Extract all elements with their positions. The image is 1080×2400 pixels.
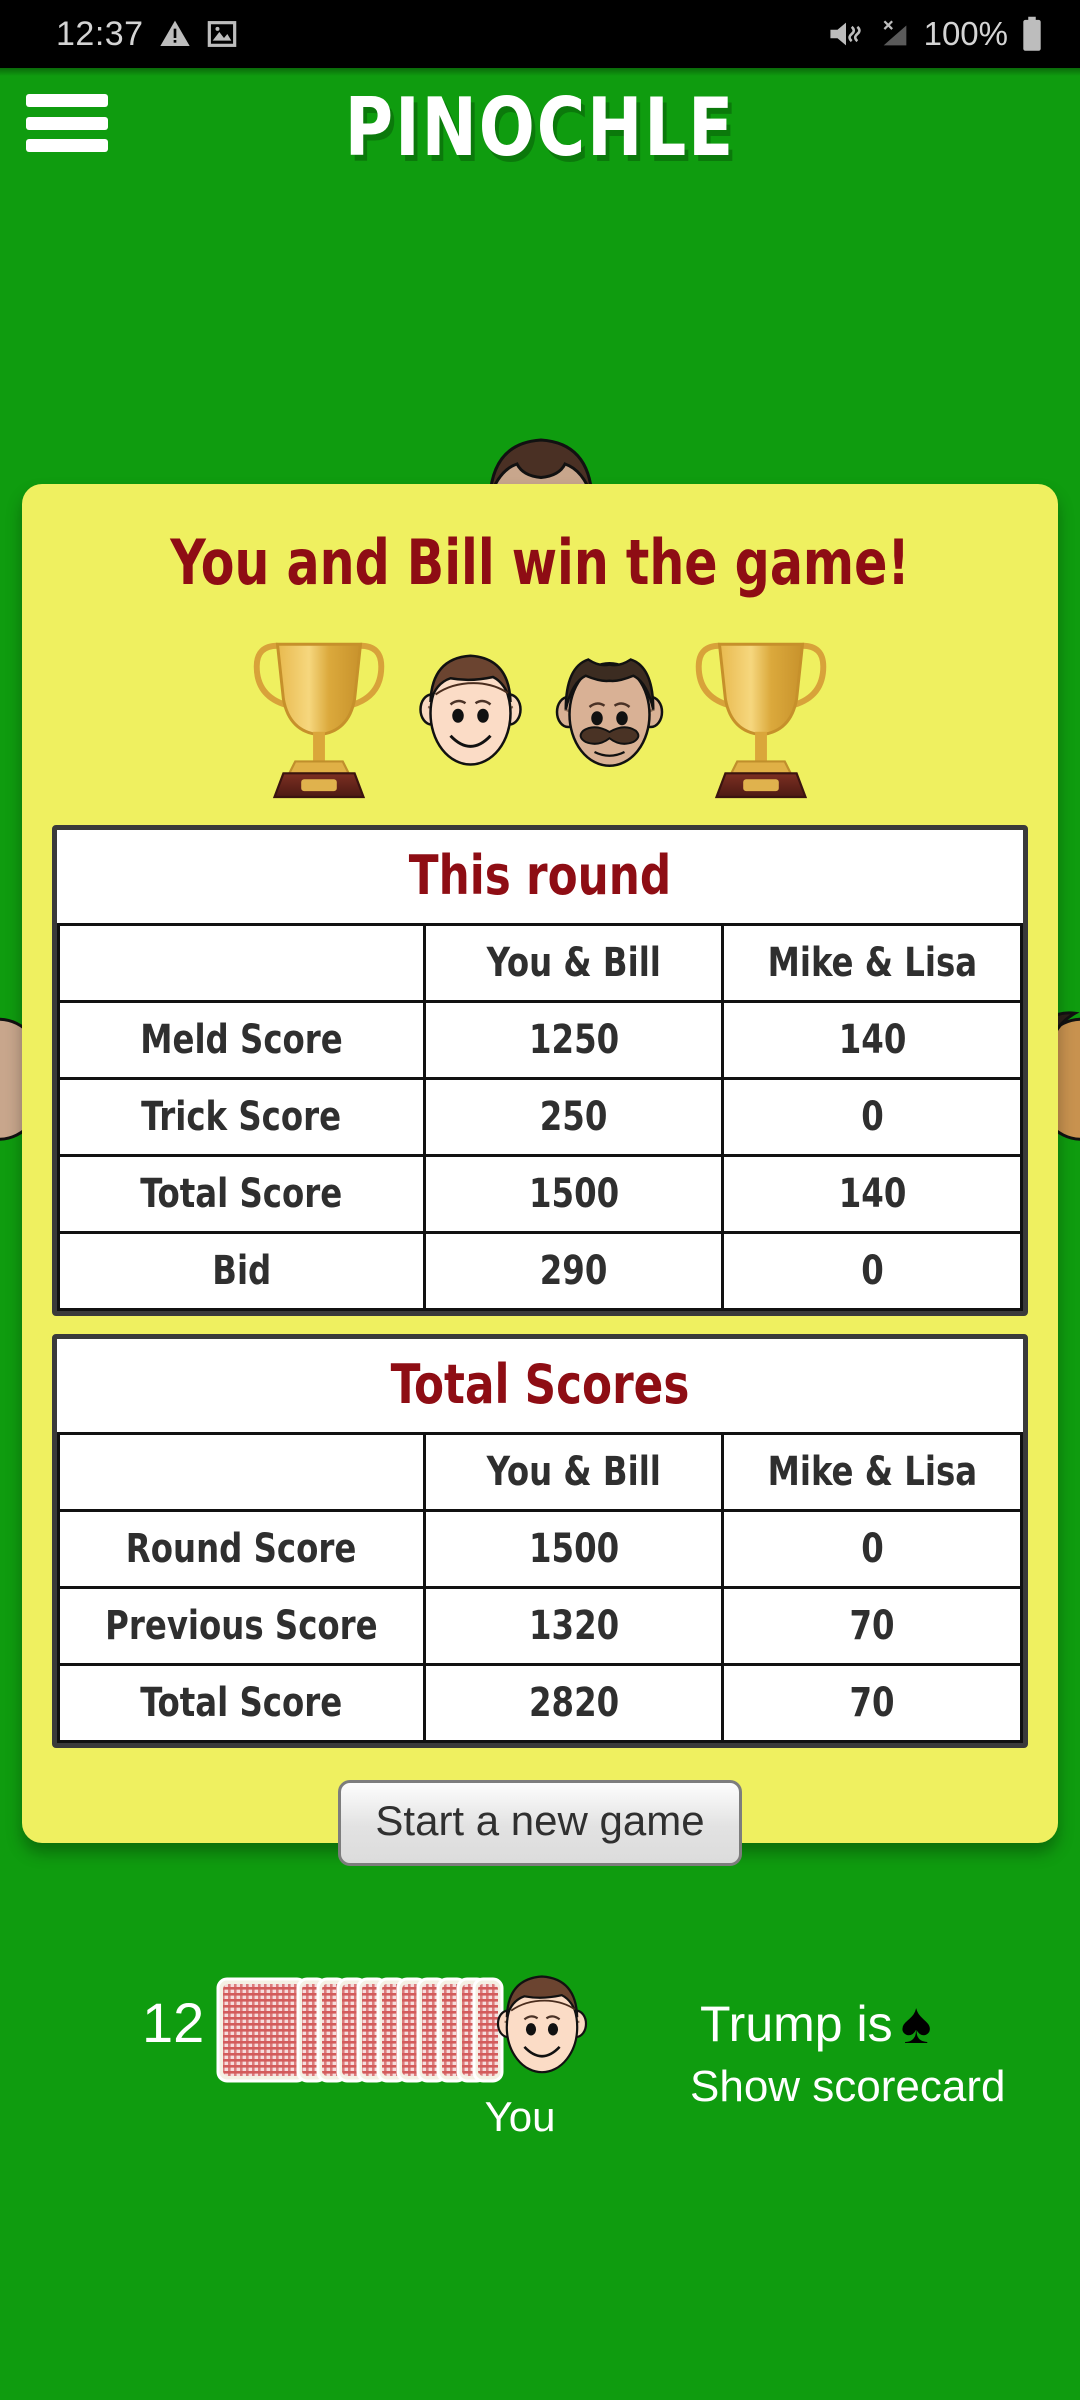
table-row: Previous Score 1320 70	[57, 1586, 1023, 1666]
avatar-you	[419, 654, 522, 766]
cell-you-bill: 1320	[422, 1586, 725, 1666]
status-bar-right: 100%	[826, 15, 1044, 53]
table-row: Total Score 1500 140	[57, 1154, 1023, 1234]
avatar-bill	[555, 658, 664, 767]
col-mike-lisa: Mike & Lisa	[721, 1432, 1023, 1512]
dialog-title: You and Bill win the game!	[170, 526, 910, 599]
card-back-group	[216, 1977, 504, 2083]
status-bar-left: 12:37	[56, 15, 238, 54]
you-label: You	[484, 2093, 556, 2140]
cell-you-bill: 1500	[422, 1154, 725, 1234]
row-label: Meld Score	[57, 1000, 426, 1080]
clock: 12:37	[56, 14, 144, 53]
total-scores-table: You & Bill Mike & Lisa Round Score 1500 …	[57, 1432, 1023, 1743]
app-screen: 12:37 100% PINOCHLE You and Bill win the…	[0, 0, 1080, 2400]
app-header: PINOCHLE	[0, 68, 1080, 176]
trophy-icon	[695, 642, 827, 798]
row-label: Round Score	[57, 1509, 426, 1589]
start-new-game-button[interactable]: Start a new game	[338, 1780, 742, 1866]
cell-mike-lisa: 140	[721, 1000, 1023, 1080]
trophy-icon	[253, 642, 385, 798]
cell-mike-lisa: 140	[721, 1154, 1023, 1234]
battery-icon	[1023, 16, 1041, 51]
no-signal-icon	[883, 20, 906, 46]
table-header-row: You & Bill Mike & Lisa	[57, 923, 1023, 1003]
cell-you-bill: 2820	[422, 1663, 725, 1743]
corner-cell	[57, 923, 426, 1003]
cell-mike-lisa: 70	[721, 1663, 1023, 1743]
col-you-bill: You & Bill	[422, 1432, 725, 1512]
table-row: Meld Score 1250 140	[57, 1000, 1023, 1080]
header-shadow	[0, 68, 1080, 76]
cell-mike-lisa: 70	[721, 1586, 1023, 1666]
table-row: Trick Score 250 0	[57, 1077, 1023, 1157]
corner-cell	[57, 1432, 426, 1512]
col-mike-lisa: Mike & Lisa	[721, 923, 1023, 1003]
total-scores-title: Total Scores	[390, 1353, 690, 1416]
trump-indicator: Trump is ♠	[700, 1995, 931, 2053]
image-icon	[207, 21, 236, 47]
new-game-row: Start a new game	[22, 1780, 1058, 1866]
cell-mike-lisa: 0	[721, 1509, 1023, 1589]
table-row: Round Score 1500 0	[57, 1509, 1023, 1589]
row-label: Bid	[57, 1231, 426, 1311]
table-header-row: You & Bill Mike & Lisa	[57, 1432, 1023, 1512]
cell-you-bill: 290	[422, 1231, 725, 1311]
card-fan[interactable]	[216, 1975, 516, 2085]
cell-mike-lisa: 0	[721, 1077, 1023, 1157]
vibrate-mute-icon	[830, 22, 861, 46]
row-label: Total Score	[57, 1154, 426, 1234]
page-title: PINOCHLE	[344, 82, 736, 176]
this-round-table: You & Bill Mike & Lisa Meld Score 1250 1…	[57, 923, 1023, 1311]
cell-you-bill: 1250	[422, 1000, 725, 1080]
cell-you-bill: 1500	[422, 1509, 725, 1589]
avatar-you-bottom[interactable]	[487, 1960, 597, 2092]
spade-icon: ♠	[900, 1991, 932, 2056]
table-row: Bid 290 0	[57, 1231, 1023, 1311]
show-scorecard-link[interactable]: Show scorecard	[690, 2062, 1005, 2112]
trump-label: Trump is	[700, 1996, 893, 2052]
cell-you-bill: 250	[422, 1077, 725, 1157]
row-label: Total Score	[57, 1663, 426, 1743]
this-round-card: This round You & Bill Mike & Lisa Meld S…	[52, 825, 1028, 1316]
total-scores-card: Total Scores You & Bill Mike & Lisa Roun…	[52, 1334, 1028, 1748]
battery-percentage: 100%	[923, 15, 1008, 52]
winners-row	[22, 617, 1058, 807]
warning-icon	[159, 20, 190, 46]
hand-card-count: 12	[142, 1991, 205, 2054]
game-result-dialog: You and Bill win the game! This round Yo…	[22, 484, 1058, 1866]
status-bar: 12:37 100%	[0, 0, 1080, 68]
row-label: Trick Score	[57, 1077, 426, 1157]
this-round-title: This round	[408, 844, 672, 907]
col-you-bill: You & Bill	[422, 923, 725, 1003]
table-row: Total Score 2820 70	[57, 1663, 1023, 1743]
row-label: Previous Score	[57, 1586, 426, 1666]
cell-mike-lisa: 0	[721, 1231, 1023, 1311]
